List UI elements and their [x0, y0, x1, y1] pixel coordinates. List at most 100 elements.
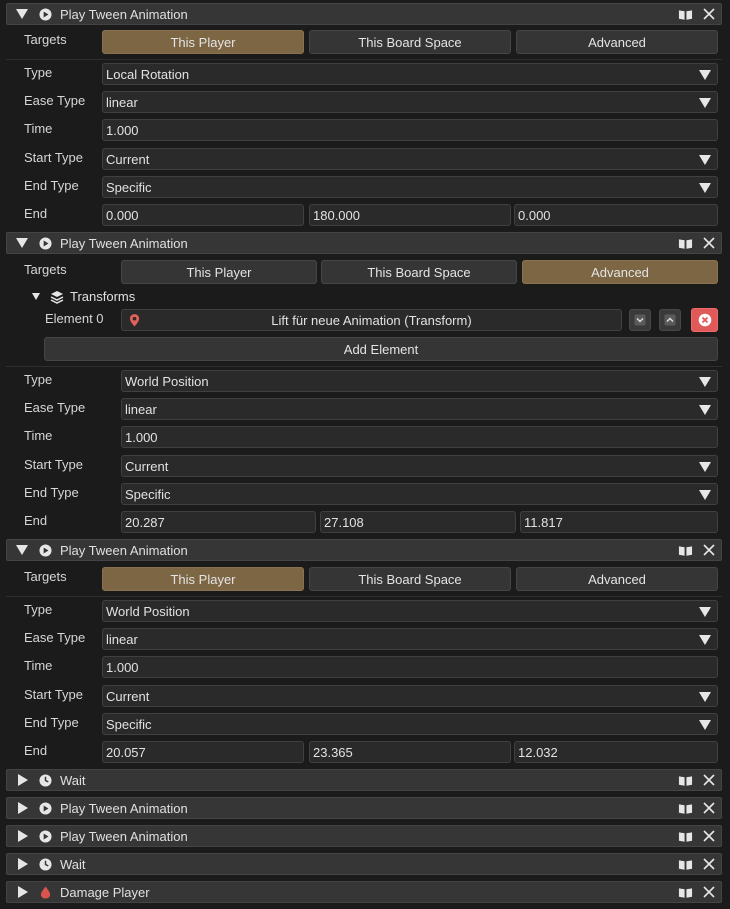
action-header-damage-player[interactable]: Damage Player — [6, 881, 722, 903]
ease-type-label: Ease Type — [24, 93, 86, 108]
action-header-play-tween-2[interactable]: Play Tween Animation — [6, 232, 722, 254]
dropdown-arrow-icon — [699, 720, 711, 730]
ease-type-label: Ease Type — [24, 400, 86, 415]
collapse-arrow-icon[interactable] — [16, 9, 28, 19]
type-label: Type — [24, 372, 53, 387]
expand-arrow-icon[interactable] — [18, 858, 28, 870]
end-y-input[interactable]: 27.108 — [320, 511, 516, 533]
book-icon[interactable] — [678, 887, 693, 899]
time-input[interactable]: 1.000 — [121, 426, 718, 448]
target-tab-this-board-space[interactable]: This Board Space — [309, 567, 511, 591]
close-icon[interactable] — [703, 830, 715, 842]
action-header-play-tween-5[interactable]: Play Tween Animation — [6, 825, 722, 847]
target-tab-this-player[interactable]: This Player — [121, 260, 317, 284]
type-dropdown[interactable]: Local Rotation — [102, 63, 718, 85]
target-tab-advanced[interactable]: Advanced — [516, 30, 718, 54]
end-x-input[interactable]: 0.000 — [102, 204, 304, 226]
end-z-input[interactable]: 0.000 — [514, 204, 718, 226]
type-dropdown[interactable]: World Position — [102, 600, 718, 622]
start-type-dropdown[interactable]: Current — [102, 148, 718, 170]
close-icon[interactable] — [703, 886, 715, 898]
target-tab-advanced[interactable]: Advanced — [522, 260, 718, 284]
book-icon[interactable] — [678, 775, 693, 787]
target-tab-this-player[interactable]: This Player — [102, 30, 304, 54]
foldout-arrow-icon[interactable] — [32, 293, 40, 300]
ease-type-dropdown[interactable]: linear — [102, 91, 718, 113]
end-type-dropdown[interactable]: Specific — [102, 713, 718, 735]
dropdown-arrow-icon — [699, 462, 711, 472]
move-down-button[interactable] — [629, 309, 651, 331]
divider — [6, 366, 722, 367]
action-header-wait-1[interactable]: Wait — [6, 769, 722, 791]
action-title: Play Tween Animation — [60, 236, 188, 251]
divider — [6, 59, 722, 60]
time-label: Time — [24, 428, 53, 443]
book-icon[interactable] — [678, 238, 693, 250]
end-y-input[interactable]: 180.000 — [309, 204, 511, 226]
type-label: Type — [24, 602, 53, 617]
end-y-input[interactable]: 23.365 — [309, 741, 511, 763]
target-tab-this-player[interactable]: This Player — [102, 567, 304, 591]
end-z-input[interactable]: 12.032 — [514, 741, 718, 763]
action-header-wait-2[interactable]: Wait — [6, 853, 722, 875]
type-value: Local Rotation — [106, 67, 190, 82]
close-icon[interactable] — [703, 858, 715, 870]
expand-arrow-icon[interactable] — [18, 802, 28, 814]
collapse-arrow-icon[interactable] — [16, 238, 28, 248]
expand-arrow-icon[interactable] — [18, 886, 28, 898]
end-type-label: End Type — [24, 178, 79, 193]
time-input[interactable]: 1.000 — [102, 656, 718, 678]
close-icon[interactable] — [703, 8, 715, 20]
target-tab-this-board-space[interactable]: This Board Space — [321, 260, 517, 284]
end-type-dropdown[interactable]: Specific — [121, 483, 718, 505]
dropdown-arrow-icon — [699, 155, 711, 165]
dropdown-arrow-icon — [699, 692, 711, 702]
start-type-dropdown[interactable]: Current — [121, 455, 718, 477]
remove-icon — [698, 313, 712, 327]
type-value: World Position — [106, 604, 190, 619]
action-header-play-tween-1[interactable]: Play Tween Animation — [6, 3, 722, 25]
add-element-button[interactable]: Add Element — [44, 337, 718, 361]
expand-arrow-icon[interactable] — [18, 774, 28, 786]
move-up-button[interactable] — [659, 309, 681, 331]
book-icon[interactable] — [678, 803, 693, 815]
ease-type-dropdown[interactable]: linear — [102, 628, 718, 650]
time-input[interactable]: 1.000 — [102, 119, 718, 141]
collapse-arrow-icon[interactable] — [16, 545, 28, 555]
book-icon[interactable] — [678, 859, 693, 871]
time-label: Time — [24, 658, 53, 673]
book-icon[interactable] — [678, 9, 693, 21]
end-label: End — [24, 743, 48, 758]
transforms-foldout[interactable]: Transforms — [32, 289, 232, 305]
start-type-dropdown[interactable]: Current — [102, 685, 718, 707]
action-title: Play Tween Animation — [60, 543, 188, 558]
chevron-up-icon — [664, 314, 676, 326]
dropdown-arrow-icon — [699, 377, 711, 387]
close-icon[interactable] — [703, 802, 715, 814]
action-header-play-tween-3[interactable]: Play Tween Animation — [6, 539, 722, 561]
ease-type-label: Ease Type — [24, 630, 86, 645]
book-icon[interactable] — [678, 831, 693, 843]
end-type-dropdown[interactable]: Specific — [102, 176, 718, 198]
type-dropdown[interactable]: World Position — [121, 370, 718, 392]
expand-arrow-icon[interactable] — [18, 830, 28, 842]
start-type-label: Start Type — [24, 687, 84, 702]
ease-type-dropdown[interactable]: linear — [121, 398, 718, 420]
action-header-play-tween-4[interactable]: Play Tween Animation — [6, 797, 722, 819]
close-icon[interactable] — [703, 544, 715, 556]
target-tab-advanced[interactable]: Advanced — [516, 567, 718, 591]
close-icon[interactable] — [703, 237, 715, 249]
end-type-value: Specific — [106, 717, 152, 732]
dropdown-arrow-icon — [699, 98, 711, 108]
remove-element-button[interactable] — [691, 308, 718, 332]
element-0-object-field[interactable]: Lift für neue Animation (Transform) — [121, 309, 622, 331]
end-x-input[interactable]: 20.287 — [121, 511, 316, 533]
book-icon[interactable] — [678, 545, 693, 557]
end-x-input[interactable]: 20.057 — [102, 741, 304, 763]
targets-label: Targets — [24, 262, 67, 277]
action-title: Play Tween Animation — [60, 7, 188, 22]
close-icon[interactable] — [703, 774, 715, 786]
ease-type-value: linear — [106, 95, 138, 110]
end-z-input[interactable]: 11.817 — [520, 511, 718, 533]
target-tab-this-board-space[interactable]: This Board Space — [309, 30, 511, 54]
